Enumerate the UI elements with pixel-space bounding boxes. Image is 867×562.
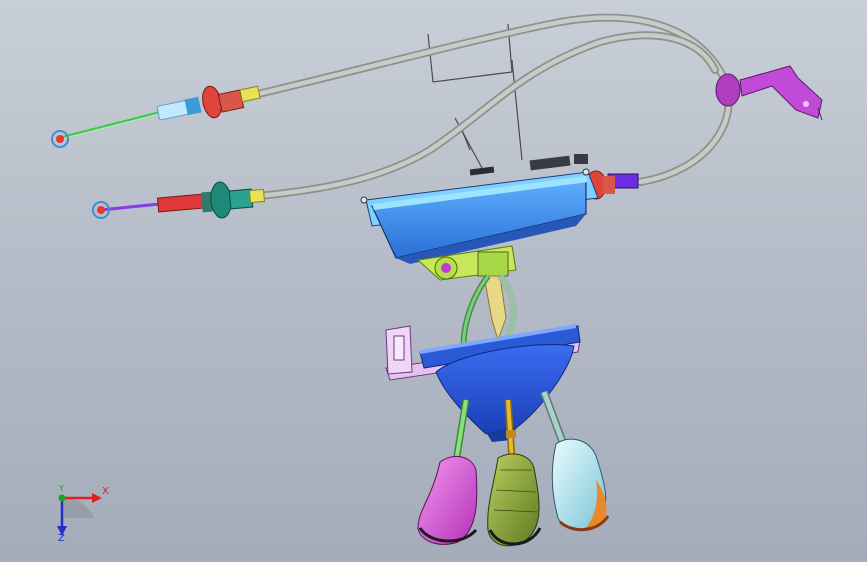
shift-knob-pink[interactable] (417, 455, 478, 545)
shifter-cable-assembly-model[interactable] (0, 0, 867, 562)
cad-viewport[interactable]: X Y Z (0, 0, 867, 562)
cable-bracket[interactable] (715, 65, 823, 121)
axis-z-label: Z (58, 533, 65, 544)
lower-cable-end-fitting[interactable] (92, 181, 266, 219)
axis-x-label: X (102, 486, 109, 497)
axis-y-label: Y (59, 484, 64, 493)
shift-knob-olive[interactable] (487, 453, 542, 547)
shift-knob-cyan[interactable] (551, 438, 610, 532)
upper-cable-end-fitting[interactable] (51, 84, 261, 148)
coordinate-axis-triad: X Y Z (40, 478, 120, 548)
shift-linkage[interactable] (416, 245, 518, 351)
